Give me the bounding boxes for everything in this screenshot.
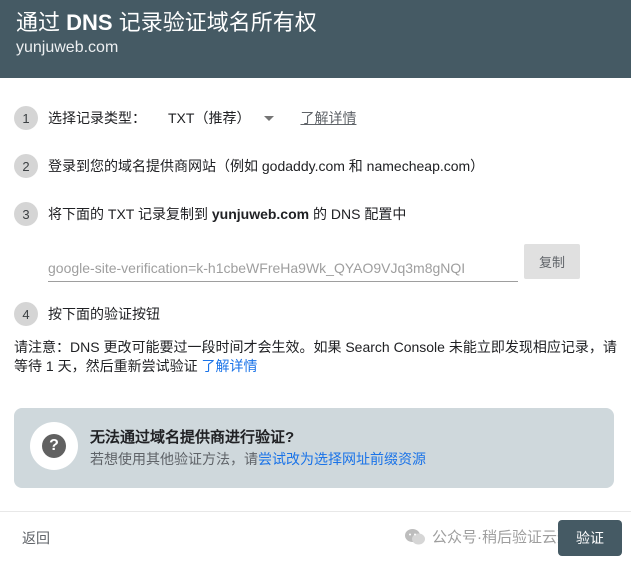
step-number: 3 (14, 202, 38, 226)
title-suffix: 记录验证域名所有权 (118, 10, 317, 35)
step-2: 2 登录到您的域名提供商网站（例如 godaddy.com 和 namechea… (14, 154, 484, 178)
copy-button[interactable]: 复制 (524, 244, 580, 279)
title-strong: DNS (66, 10, 113, 35)
footer-divider (0, 511, 631, 512)
step-label: 选择记录类型： (48, 110, 146, 126)
note-learn-more-link[interactable]: 了解详情 (201, 358, 257, 374)
help-circle: ? (30, 422, 78, 470)
step-text: 登录到您的域名提供商网站（例如 godaddy.com 和 namecheap.… (48, 158, 485, 174)
dropdown-caret-icon (264, 115, 275, 121)
step-4: 4 按下面的验证按钮 (14, 302, 160, 326)
step-number: 1 (14, 106, 38, 130)
url-prefix-link[interactable]: 尝试改为选择网址前缀资源 (258, 451, 426, 467)
step-domain: yunjuweb.com (211, 206, 310, 222)
step-text-suffix: 的 DNS 配置中 (312, 206, 407, 222)
record-type-select[interactable]: TXT（推荐） (168, 108, 275, 128)
step-text-prefix: 将下面的 TXT 记录复制到 (48, 206, 208, 222)
verify-button[interactable]: 验证 (558, 520, 622, 556)
alternative-subtitle: 若想使用其他验证方法，请尝试改为选择网址前缀资源 (90, 449, 426, 469)
step-number: 4 (14, 302, 38, 326)
property-domain: yunjuweb.com (16, 39, 119, 56)
dialog-title: 通过 DNS 记录验证域名所有权 (16, 10, 615, 36)
note-text: 请注意：DNS 更改可能要过一段时间才会生效。如果 Search Console… (14, 339, 617, 374)
back-button[interactable]: 返回 (22, 528, 50, 548)
propagation-note: 请注意：DNS 更改可能要过一段时间才会生效。如果 Search Console… (14, 338, 619, 376)
help-icon: ? (42, 434, 66, 458)
step-number: 2 (14, 154, 38, 178)
step-1: 1 选择记录类型： TXT（推荐） 了解详情 (14, 106, 356, 130)
alternative-title: 无法通过域名提供商进行验证? (90, 429, 295, 446)
alternative-method-box: ? 无法通过域名提供商进行验证? 若想使用其他验证方法，请尝试改为选择网址前缀资… (14, 408, 614, 488)
record-type-value: TXT（推荐） (168, 110, 251, 126)
wechat-icon (405, 528, 425, 544)
alternative-subtitle-text: 若想使用其他验证方法，请 (90, 451, 258, 467)
verification-record-field[interactable]: google-site-verification=k-h1cbeWFreHa9W… (48, 256, 518, 282)
learn-more-link[interactable]: 了解详情 (300, 108, 356, 128)
step-text: 按下面的验证按钮 (48, 306, 160, 322)
title-prefix: 通过 (16, 10, 61, 35)
step-3: 3 将下面的 TXT 记录复制到 yunjuweb.com 的 DNS 配置中 (14, 202, 406, 226)
step-text: 将下面的 TXT 记录复制到 yunjuweb.com 的 DNS 配置中 (48, 204, 406, 224)
dialog-header: 通过 DNS 记录验证域名所有权 yunjuweb.com (0, 0, 631, 78)
